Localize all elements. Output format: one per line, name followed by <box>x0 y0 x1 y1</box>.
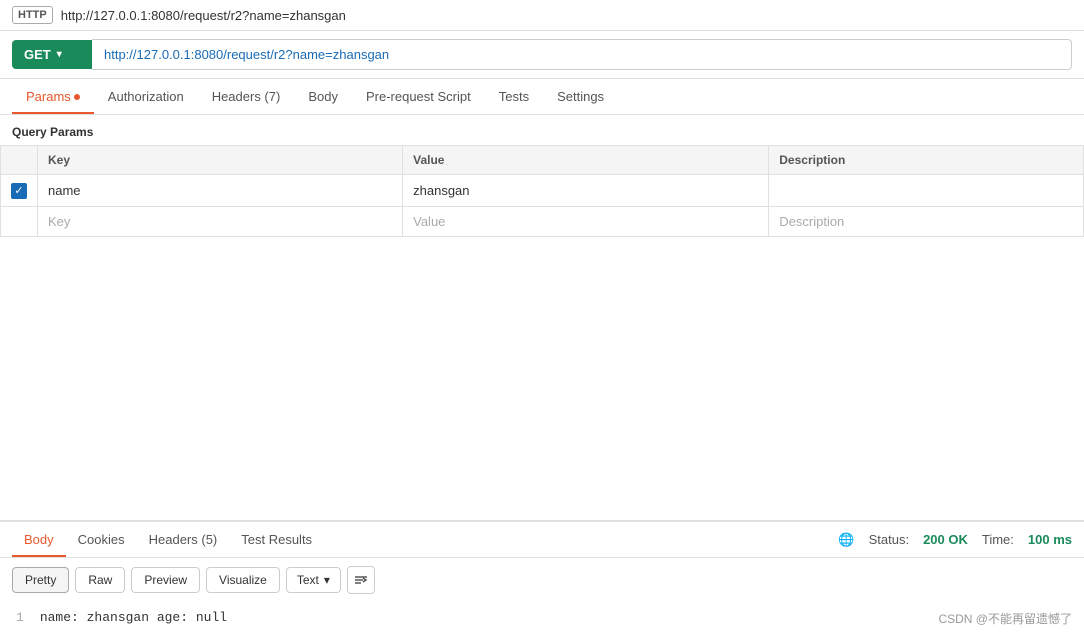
status-label: Status: <box>869 532 909 547</box>
raw-button[interactable]: Raw <box>75 567 125 593</box>
row-description[interactable] <box>769 175 1084 207</box>
empty-desc[interactable]: Description <box>769 206 1084 236</box>
globe-icon: 🌐 <box>838 532 854 548</box>
format-select[interactable]: Text ▾ <box>286 567 341 593</box>
empty-key[interactable]: Key <box>38 206 403 236</box>
format-chevron: ▾ <box>324 573 330 587</box>
tab-body[interactable]: Body <box>294 79 352 114</box>
request-bar: GET ▾ <box>0 31 1084 79</box>
pretty-button[interactable]: Pretty <box>12 567 69 593</box>
tab-pre-request-script[interactable]: Pre-request Script <box>352 79 485 114</box>
checkbox-checked-icon: ✓ <box>11 183 27 199</box>
resp-tab-body[interactable]: Body <box>12 522 66 557</box>
time-value: 100 ms <box>1028 532 1072 547</box>
empty-checkbox[interactable] <box>1 206 38 236</box>
col-key-header: Key <box>38 146 403 175</box>
tab-params[interactable]: Params <box>12 79 94 114</box>
method-select[interactable]: GET ▾ <box>12 40 92 69</box>
response-tabs: Body Cookies Headers (5) Test Results <box>12 522 324 557</box>
wrap-icon[interactable] <box>347 566 375 594</box>
col-desc-header: Description <box>769 146 1084 175</box>
table-row: ✓ name zhansgan <box>1 175 1084 207</box>
col-check-header <box>1 146 38 175</box>
resp-tab-cookies[interactable]: Cookies <box>66 522 137 557</box>
response-line-content: name: zhansgan age: null <box>40 610 227 625</box>
response-body: 1 name: zhansgan age: null <box>0 602 1084 633</box>
preview-button[interactable]: Preview <box>131 567 200 593</box>
response-section: Body Cookies Headers (5) Test Results 🌐 … <box>0 520 1084 633</box>
tab-headers[interactable]: Headers (7) <box>198 79 295 114</box>
resp-tab-test-results[interactable]: Test Results <box>229 522 324 557</box>
empty-value[interactable]: Value <box>403 206 769 236</box>
main-content: HTTP http://127.0.0.1:8080/request/r2?na… <box>0 0 1084 633</box>
section-label: Query Params <box>0 115 1084 145</box>
tab-tests[interactable]: Tests <box>485 79 543 114</box>
params-dot <box>74 94 80 100</box>
wrap-svg <box>353 572 369 588</box>
empty-row: Key Value Description <box>1 206 1084 236</box>
col-value-header: Value <box>403 146 769 175</box>
url-input[interactable] <box>92 39 1072 70</box>
row-key[interactable]: name <box>38 175 403 207</box>
format-label: Text <box>297 573 319 587</box>
line-number: 1 <box>16 610 24 625</box>
params-table: Key Value Description ✓ name zhansgan Ke… <box>0 145 1084 237</box>
status-info: 🌐 Status: 200 OK Time: 100 ms <box>838 532 1072 548</box>
watermark: CSDN @不能再留遗憾了 <box>938 610 1072 627</box>
response-tabs-bar: Body Cookies Headers (5) Test Results 🌐 … <box>0 522 1084 558</box>
title-url: http://127.0.0.1:8080/request/r2?name=zh… <box>61 8 346 23</box>
time-label: Time: <box>982 532 1014 547</box>
response-toolbar: Pretty Raw Preview Visualize Text ▾ <box>0 558 1084 602</box>
visualize-button[interactable]: Visualize <box>206 567 280 593</box>
method-chevron: ▾ <box>57 49 62 60</box>
status-code: 200 OK <box>923 532 968 547</box>
title-bar: HTTP http://127.0.0.1:8080/request/r2?na… <box>0 0 1084 31</box>
row-value[interactable]: zhansgan <box>403 175 769 207</box>
row-checkbox[interactable]: ✓ <box>1 175 38 207</box>
tab-settings[interactable]: Settings <box>543 79 618 114</box>
method-label: GET <box>24 47 51 62</box>
tabs-bar: Params Authorization Headers (7) Body Pr… <box>0 79 1084 115</box>
resp-tab-headers[interactable]: Headers (5) <box>137 522 230 557</box>
tab-authorization[interactable]: Authorization <box>94 79 198 114</box>
http-badge: HTTP <box>12 6 53 24</box>
